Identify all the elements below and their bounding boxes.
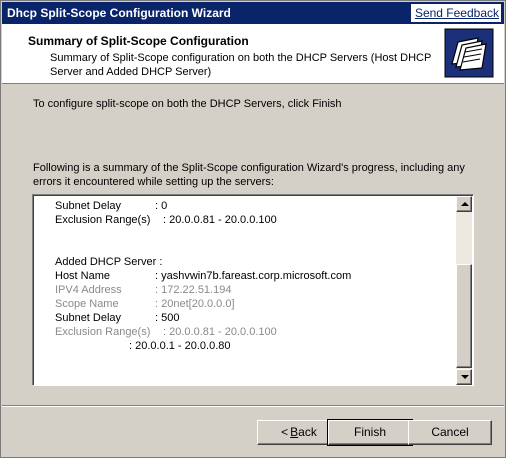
window-title: Dhcp Split-Scope Configuration Wizard [7, 6, 231, 20]
row-value: : 20.0.0.81 - 20.0.0.100 [163, 214, 277, 226]
summary-row-continuation: : 20.0.0.1 - 20.0.0.80 [55, 339, 453, 353]
row-value: : 20net[20.0.0.0] [155, 298, 235, 310]
row-value: : yashvwin7b.fareast.corp.microsoft.com [155, 270, 352, 282]
page-subtitle: Summary of Split-Scope configuration on … [50, 52, 432, 78]
title-bar: Dhcp Split-Scope Configuration Wizard Se… [2, 2, 504, 24]
row-label: Host Name [55, 270, 111, 282]
wizard-header: Summary of Split-Scope Configuration Sum… [2, 24, 504, 84]
row-value: : 172.22.51.194 [155, 284, 232, 296]
summary-content: Subnet Delay : 0 Exclusion Range(s) : 20… [55, 199, 453, 383]
row-value: : 0 [155, 200, 168, 212]
summary-row: IPV4 Address : 172.22.51.194 [55, 283, 453, 297]
row-value: : 20.0.0.81 - 20.0.0.100 [163, 326, 277, 338]
instruction-text: To configure split-scope on both the DHC… [33, 98, 342, 110]
row-label: Scope Name [55, 298, 119, 310]
scroll-up-button[interactable] [456, 196, 472, 212]
row-label: Subnet Delay [55, 312, 122, 324]
row-value: : 20.0.0.1 - 20.0.0.80 [129, 340, 231, 352]
back-label: ack [298, 425, 317, 439]
scroll-down-button[interactable] [456, 369, 472, 385]
wizard-window: Dhcp Split-Scope Configuration Wizard Se… [0, 0, 506, 458]
finish-button[interactable]: Finish [327, 419, 413, 446]
page-title: Summary of Split-Scope Configuration [28, 34, 249, 48]
row-value: : 500 [155, 312, 180, 324]
summary-intro-text: Following is a summary of the Split-Scop… [33, 162, 465, 188]
back-accelerator: B [290, 425, 299, 439]
summary-row: Host Name : yashvwin7b.fareast.corp.micr… [55, 269, 453, 283]
summary-row: Scope Name : 20net[20.0.0.0] [55, 297, 453, 311]
back-arrow: < [281, 425, 289, 439]
row-label: Exclusion Range(s) [55, 214, 151, 226]
summary-row: Subnet Delay : 0 [55, 199, 453, 213]
summary-row: Subnet Delay : 500 [55, 311, 453, 325]
arrow-down-icon [461, 375, 469, 379]
row-label: IPV4 Address [55, 284, 122, 296]
summary-textbox[interactable]: Subnet Delay : 0 Exclusion Range(s) : 20… [32, 194, 474, 386]
cancel-button[interactable]: Cancel [408, 420, 492, 445]
folders-icon [444, 28, 494, 78]
scrollbar-thumb[interactable] [456, 264, 472, 368]
added-server-heading: Added DHCP Server : [55, 256, 163, 268]
summary-row: Exclusion Range(s) : 20.0.0.81 - 20.0.0.… [55, 213, 453, 227]
arrow-up-icon [461, 202, 469, 206]
row-label: Exclusion Range(s) [55, 326, 151, 338]
send-feedback-link[interactable]: Send Feedback [410, 4, 501, 22]
vertical-scrollbar[interactable] [456, 196, 472, 385]
footer-separator [2, 405, 504, 407]
row-label: Subnet Delay [55, 200, 122, 212]
summary-row: Exclusion Range(s) : 20.0.0.81 - 20.0.0.… [55, 325, 453, 339]
